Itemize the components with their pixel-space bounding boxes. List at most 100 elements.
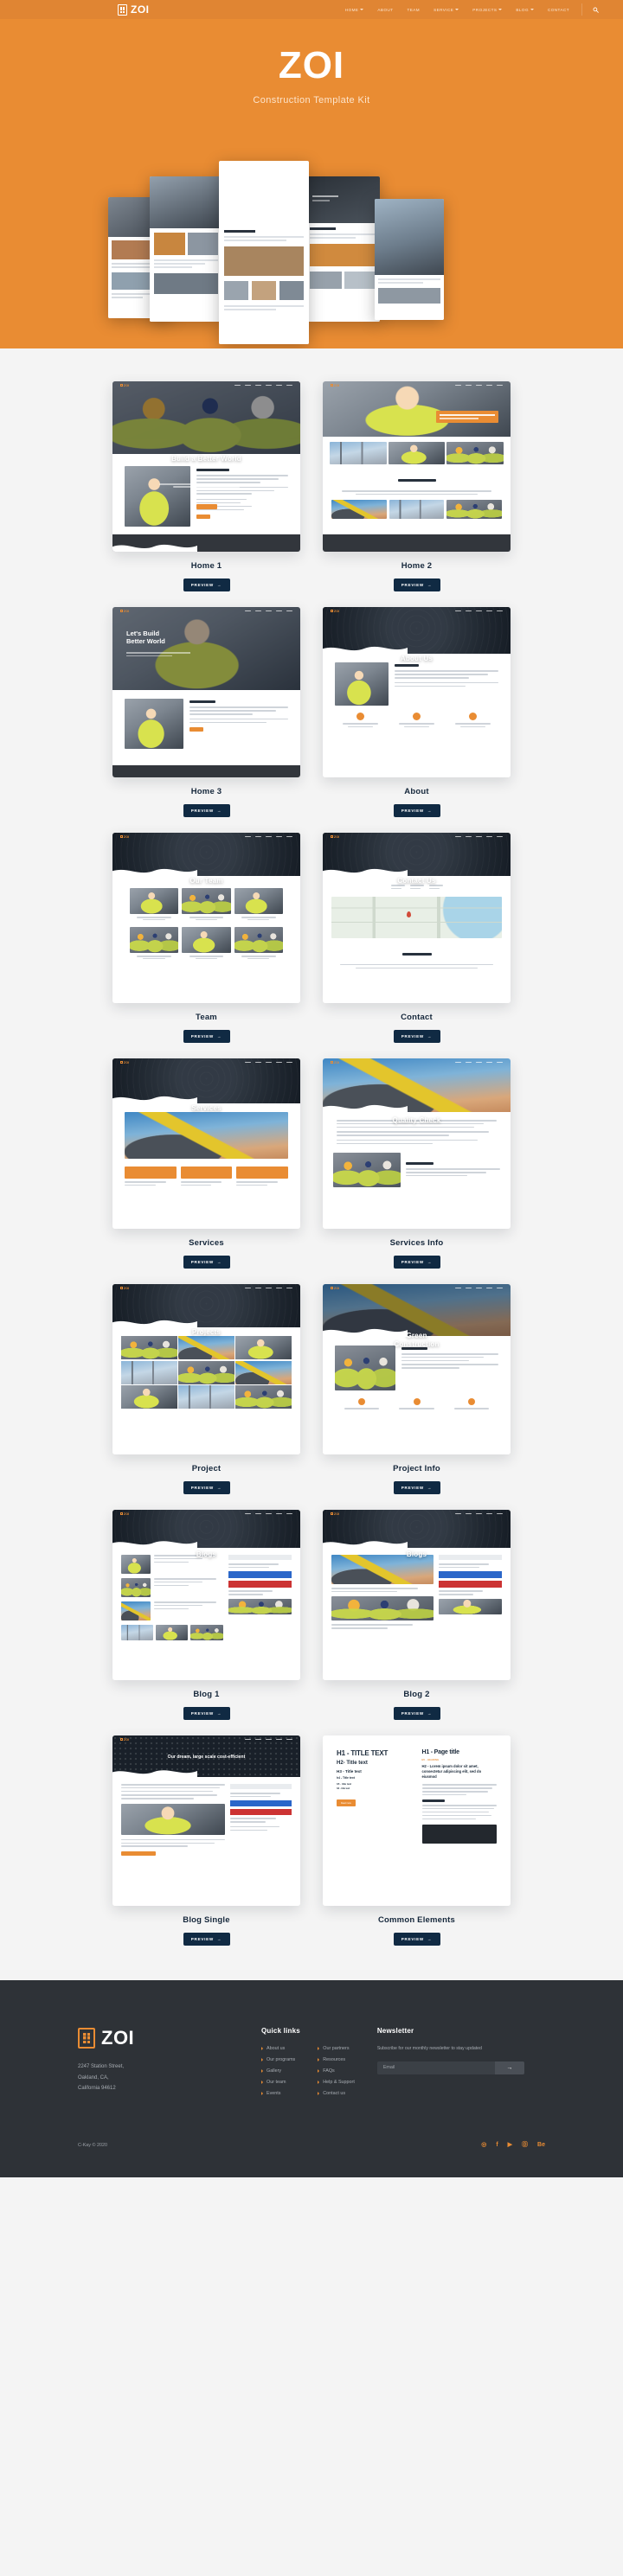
card-preview-thumb[interactable]: ZOI Let's Build Better World <box>112 607 300 777</box>
building-icon <box>120 834 123 839</box>
card-preview-thumb[interactable]: ZOI About Us <box>323 607 511 777</box>
mini-hero-title: Let's Build Better World <box>126 630 165 646</box>
card-preview-thumb[interactable]: ZOI Our dream, large scale cost-efficien… <box>112 1735 300 1906</box>
blog-sidebar <box>230 1784 292 1856</box>
mini-feature <box>447 713 498 727</box>
ce-read-more-button[interactable]: Read more <box>337 1799 356 1806</box>
preview-button[interactable]: PREVIEW → <box>183 1256 230 1269</box>
preview-button[interactable]: PREVIEW → <box>183 1933 230 1946</box>
thumb-photo <box>331 1596 434 1621</box>
card-preview-thumb[interactable]: ZOI Services <box>112 1058 300 1229</box>
quick-link[interactable]: Events <box>261 2091 295 2096</box>
mini-hero-title: Contact Us <box>397 877 436 885</box>
nav-item-about[interactable]: ABOUT <box>370 8 400 12</box>
mini-body <box>323 654 511 777</box>
blog-sidebar <box>228 1555 292 1640</box>
behance-icon[interactable]: Be <box>537 2142 545 2148</box>
service-item <box>125 1167 177 1188</box>
quick-link[interactable]: Our partners <box>318 2046 355 2051</box>
nav-item-contact[interactable]: CONTACT <box>541 8 576 12</box>
quick-link[interactable]: Gallery <box>261 2068 295 2074</box>
search-icon[interactable] <box>581 3 602 16</box>
preview-button[interactable]: PREVIEW → <box>393 1933 440 1946</box>
template-card-home-2: ZOI Home 2 PREVIEW → <box>323 381 511 591</box>
quick-link-label: Contact us <box>323 2091 346 2096</box>
card-preview-thumb[interactable]: ZOI <box>323 381 511 552</box>
quick-link[interactable]: Our team <box>261 2080 295 2085</box>
quick-link[interactable]: Help & Support <box>318 2080 355 2085</box>
instagram-icon[interactable]: ◎ <box>481 2142 486 2148</box>
nav-item-team[interactable]: TEAM <box>401 8 427 12</box>
newsletter-title: Newsletter <box>376 2027 414 2035</box>
quick-link-label: Our partners <box>323 2046 350 2051</box>
card-label: Team <box>196 1013 217 1022</box>
nav-item-home[interactable]: HOME <box>338 8 371 12</box>
nav-item-service[interactable]: SERVICE <box>427 8 466 12</box>
team-member <box>182 927 231 959</box>
map-embed[interactable] <box>331 896 502 938</box>
preview-button[interactable]: PREVIEW → <box>393 804 440 817</box>
mini-body <box>112 1327 300 1454</box>
quick-link[interactable]: Resources <box>318 2057 355 2062</box>
dribbble-icon[interactable]: Ⓓ <box>522 2142 528 2148</box>
grid-row: ZOI Our Team Team PREVIEW → ZOI Contact … <box>0 833 623 1043</box>
preview-button[interactable]: PREVIEW → <box>183 804 230 817</box>
chevron-down-icon <box>455 9 459 10</box>
mini-brand: ZOI <box>120 1287 130 1290</box>
card-preview-thumb[interactable]: ZOI Contact Us <box>323 833 511 1003</box>
youtube-icon[interactable]: ▶ <box>508 2142 512 2148</box>
card-preview-thumb[interactable]: ZOI Blogs <box>112 1510 300 1680</box>
quick-link[interactable]: Contact us <box>318 2091 355 2096</box>
card-preview-thumb[interactable]: ZOI Our Team <box>112 833 300 1003</box>
nav-item-blog[interactable]: BLOG <box>509 8 541 12</box>
preview-button[interactable]: PREVIEW → <box>393 1707 440 1720</box>
ce-h1: H1 - TITLE TEXT <box>337 1749 389 1757</box>
preview-button[interactable]: PREVIEW → <box>393 1481 440 1494</box>
header-brand[interactable]: ZOI <box>118 3 150 16</box>
preview-button[interactable]: PREVIEW → <box>393 578 440 591</box>
mini-hero <box>323 381 511 437</box>
card-label: Blog 2 <box>403 1690 430 1699</box>
preview-button[interactable]: PREVIEW → <box>183 578 230 591</box>
card-preview-thumb[interactable]: ZOI Build a Better World <box>112 381 300 552</box>
nav-item-projects[interactable]: PROJECTS <box>466 8 509 12</box>
newsletter-submit-button[interactable]: → <box>494 2061 524 2074</box>
mini-nav-links <box>455 1512 503 1515</box>
mini-nav-links <box>455 1061 503 1064</box>
card-preview-thumb[interactable]: ZOI Quality Check <box>323 1058 511 1229</box>
ce-page-title: H1 - Page title <box>421 1749 459 1755</box>
email-field[interactable] <box>376 2061 495 2074</box>
mini-section-title <box>397 478 436 482</box>
preview-button[interactable]: PREVIEW → <box>183 1030 230 1043</box>
preview-button[interactable]: PREVIEW → <box>393 1256 440 1269</box>
quick-link[interactable]: FAQs <box>318 2068 355 2074</box>
preview-button[interactable]: PREVIEW → <box>183 1707 230 1720</box>
quick-link[interactable]: About us <box>261 2046 295 2051</box>
card-preview-thumb[interactable]: H1 - TITLE TEXT H2- Title text H3 - Titl… <box>323 1735 511 1906</box>
facebook-icon[interactable]: f <box>496 2142 498 2148</box>
newsletter-form: → <box>376 2061 524 2074</box>
mini-nav-links <box>245 1512 292 1515</box>
ce-subheading: H2 - Lorem ipsum dolor sit amet, consect… <box>421 1764 482 1780</box>
card-preview-thumb[interactable]: ZOI Blogs <box>323 1510 511 1680</box>
wave-divider <box>112 1541 197 1549</box>
mini-brand: ZOI <box>120 610 130 613</box>
card-preview-thumb[interactable]: ZOI Projects <box>112 1284 300 1454</box>
ce-eyebrow: H5 - HEADING <box>421 1759 440 1761</box>
footer-brand-column: ZOI 2247 Station Street, Oakland, CA, Ca… <box>78 2027 261 2102</box>
mini-hero-title: Blogs <box>196 1550 217 1559</box>
quick-links-column-1: About us Our programs Gallery Our team E… <box>261 2046 295 2102</box>
building-icon <box>120 609 123 613</box>
wave-divider <box>112 544 197 552</box>
quick-link[interactable]: Our programs <box>261 2057 295 2062</box>
card-label: Contact <box>401 1013 433 1022</box>
service-item <box>180 1167 233 1188</box>
thumb-photo <box>331 500 387 520</box>
footer-logo[interactable]: ZOI <box>78 2027 261 2049</box>
preview-button[interactable]: PREVIEW → <box>183 1481 230 1494</box>
card-preview-thumb[interactable]: ZOI Green Construction <box>323 1284 511 1454</box>
team-member <box>182 888 231 920</box>
preview-button[interactable]: PREVIEW → <box>393 1030 440 1043</box>
building-icon <box>331 834 333 839</box>
wave-divider <box>112 1320 197 1328</box>
